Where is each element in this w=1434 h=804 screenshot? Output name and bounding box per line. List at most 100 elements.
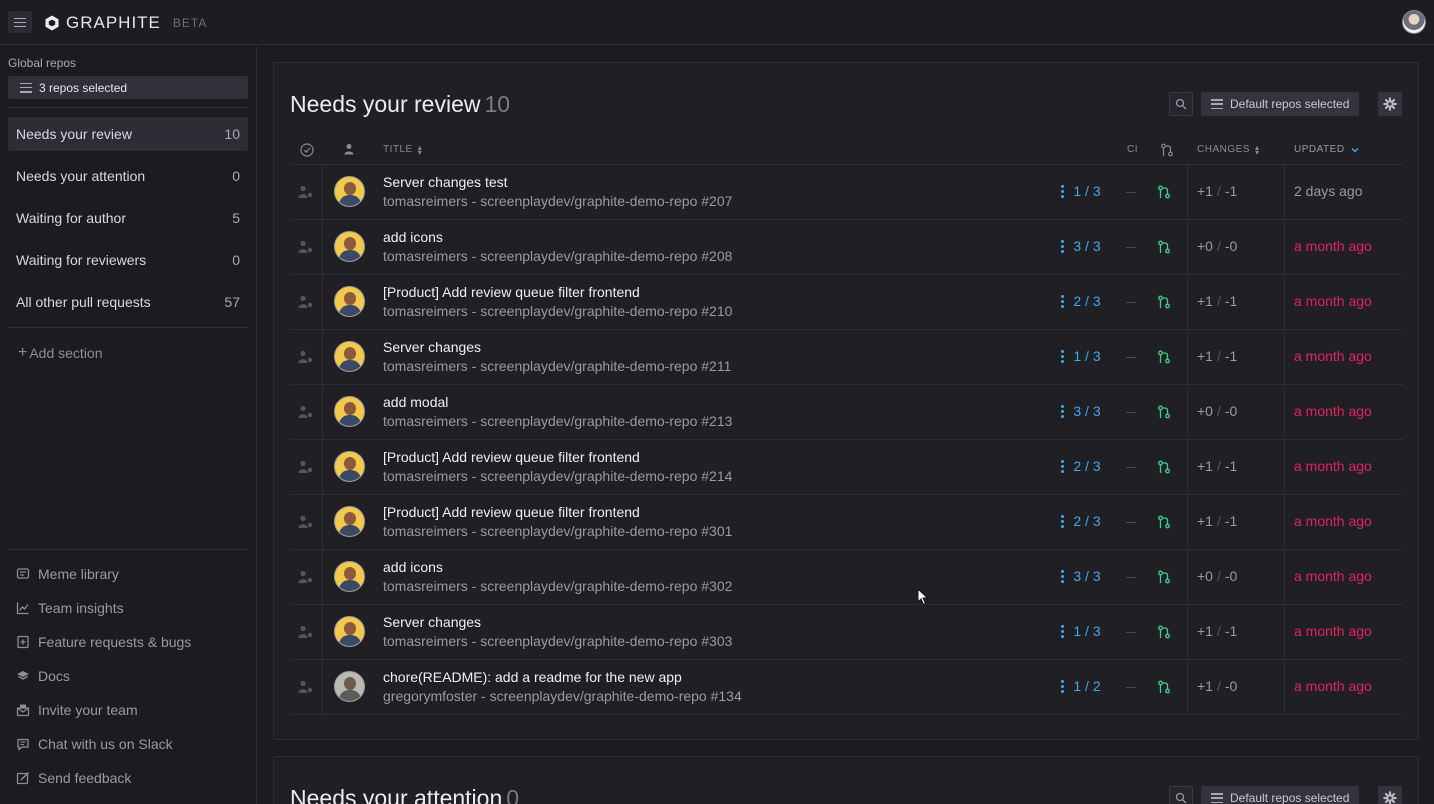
vertical-dots-icon	[1061, 459, 1065, 473]
table-row[interactable]: Server changes tomasreimers - screenplayd…	[290, 330, 1403, 385]
search-button[interactable]	[1169, 786, 1193, 804]
chevron-down-icon	[1351, 147, 1359, 152]
table-row[interactable]: Server changes tomasreimers - screenplayd…	[290, 605, 1403, 660]
table-row[interactable]: [Product] Add review queue filter fronte…	[290, 275, 1403, 330]
pr-title[interactable]: chore(README): add a readme for the new …	[383, 669, 682, 685]
additions: +0	[1197, 238, 1213, 254]
review-status[interactable]: 2 / 3	[1046, 458, 1116, 474]
review-status[interactable]: 1 / 3	[1046, 623, 1116, 639]
user-avatar[interactable]	[1402, 10, 1426, 34]
global-repo-selector[interactable]: 3 repos selected	[8, 76, 248, 99]
table-row[interactable]: Server changes test tomasreimers - screen…	[290, 165, 1403, 220]
column-divider	[322, 660, 323, 715]
select-all-checkbox[interactable]	[300, 143, 314, 157]
panel-count: 10	[484, 91, 511, 117]
sidebar-item-needs-attention[interactable]: Needs your attention 0	[8, 159, 248, 193]
vertical-dots-icon	[1061, 294, 1065, 308]
team-insights-link[interactable]: Team insights	[16, 600, 124, 616]
assign-reviewer-icon[interactable]	[298, 295, 314, 309]
feature-requests-link[interactable]: Feature requests & bugs	[16, 634, 191, 650]
link-label: Meme library	[38, 566, 119, 582]
table-row[interactable]: [Product] Add review queue filter fronte…	[290, 440, 1403, 495]
updated-column-header[interactable]: UPDATED	[1294, 144, 1360, 155]
assign-reviewer-icon[interactable]	[298, 625, 314, 639]
assign-reviewer-icon[interactable]	[298, 460, 314, 474]
pr-title[interactable]: Server changes test	[383, 174, 508, 190]
vertical-dots-icon	[1061, 184, 1065, 198]
pr-title[interactable]: add icons	[383, 559, 443, 575]
pr-title[interactable]: [Product] Add review queue filter fronte…	[383, 449, 640, 465]
sidebar-item-label: Waiting for author	[16, 210, 126, 226]
assign-reviewer-icon[interactable]	[298, 515, 314, 529]
column-divider	[1187, 275, 1188, 330]
column-divider	[1284, 495, 1285, 550]
assign-reviewer-icon[interactable]	[298, 570, 314, 584]
merge-status-icon	[1158, 240, 1170, 254]
repo-filter-label: Default repos selected	[1230, 791, 1350, 804]
sidebar-item-needs-review[interactable]: Needs your review 10	[8, 117, 248, 151]
pr-title[interactable]: Server changes	[383, 339, 481, 355]
repo-filter-button[interactable]: Default repos selected	[1201, 92, 1360, 116]
assign-reviewer-icon[interactable]	[298, 185, 314, 199]
ci-status-dash	[1126, 247, 1136, 248]
ci-status-dash	[1126, 522, 1136, 523]
hamburger-menu-icon[interactable]	[8, 11, 32, 33]
table-row[interactable]: chore(README): add a readme for the new …	[290, 660, 1403, 715]
table-row[interactable]: add modal tomasreimers - screenplaydev/gr…	[290, 385, 1403, 440]
pr-title[interactable]: [Product] Add review queue filter fronte…	[383, 284, 640, 300]
app-logo[interactable]: GRAPHITE BETA	[44, 13, 207, 33]
mouse-cursor-icon	[917, 588, 929, 606]
add-section-button[interactable]: + Add section	[18, 344, 103, 362]
updated-time: a month ago	[1294, 238, 1372, 254]
vertical-dots-icon	[1061, 624, 1065, 638]
settings-button[interactable]	[1378, 786, 1402, 804]
add-section-label: Add section	[29, 345, 103, 361]
table-row[interactable]: add icons tomasreimers - screenplaydev/gr…	[290, 220, 1403, 275]
review-status[interactable]: 3 / 3	[1046, 568, 1116, 584]
changes-count: +1/-0	[1197, 678, 1237, 694]
pr-title[interactable]: Server changes	[383, 614, 481, 630]
column-divider	[1284, 330, 1285, 385]
pr-subtitle: tomasreimers - screenplaydev/graphite-de…	[383, 523, 733, 539]
review-status[interactable]: 1 / 3	[1046, 348, 1116, 364]
repo-filter-button[interactable]: Default repos selected	[1201, 786, 1360, 804]
column-divider	[1187, 495, 1188, 550]
search-button[interactable]	[1169, 92, 1193, 116]
table-row[interactable]: add icons tomasreimers - screenplaydev/gr…	[290, 550, 1403, 605]
meme-library-link[interactable]: Meme library	[16, 566, 119, 582]
table-row[interactable]: [Product] Add review queue filter fronte…	[290, 495, 1403, 550]
merge-status-icon	[1158, 185, 1170, 199]
review-status[interactable]: 2 / 3	[1046, 513, 1116, 529]
review-status[interactable]: 2 / 3	[1046, 293, 1116, 309]
author-column-header[interactable]	[343, 143, 355, 155]
assign-reviewer-icon[interactable]	[298, 350, 314, 364]
pr-title[interactable]: add icons	[383, 229, 443, 245]
sidebar-item-waiting-reviewers[interactable]: Waiting for reviewers 0	[8, 243, 248, 277]
ci-column-header[interactable]: CI	[1127, 144, 1138, 155]
settings-button[interactable]	[1378, 92, 1402, 116]
additions: +1	[1197, 678, 1213, 694]
merge-column-header[interactable]	[1160, 143, 1174, 157]
author-avatar	[334, 616, 365, 647]
additions: +1	[1197, 293, 1213, 309]
sort-icon: ▴ ▾	[1254, 142, 1260, 157]
pr-title[interactable]: [Product] Add review queue filter fronte…	[383, 504, 640, 520]
pr-subtitle: tomasreimers - screenplaydev/graphite-de…	[383, 358, 732, 374]
send-feedback-link[interactable]: Send feedback	[16, 770, 131, 786]
review-status[interactable]: 3 / 3	[1046, 403, 1116, 419]
assign-reviewer-icon[interactable]	[298, 680, 314, 694]
sidebar-item-waiting-author[interactable]: Waiting for author 5	[8, 201, 248, 235]
slack-chat-link[interactable]: Chat with us on Slack	[16, 736, 173, 752]
review-status[interactable]: 1 / 2	[1046, 678, 1116, 694]
docs-link[interactable]: Docs	[16, 668, 70, 684]
invite-team-link[interactable]: Invite your team	[16, 702, 138, 718]
title-column-header[interactable]: TITLE ▴ ▾	[383, 143, 422, 156]
assign-reviewer-icon[interactable]	[298, 240, 314, 254]
assign-reviewer-icon[interactable]	[298, 405, 314, 419]
list-icon	[20, 82, 32, 93]
pr-title[interactable]: add modal	[383, 394, 448, 410]
changes-column-header[interactable]: CHANGES ▴ ▾	[1197, 142, 1260, 157]
review-status[interactable]: 3 / 3	[1046, 238, 1116, 254]
review-status[interactable]: 1 / 3	[1046, 183, 1116, 199]
sidebar-item-all-other[interactable]: All other pull requests 57	[8, 285, 248, 319]
